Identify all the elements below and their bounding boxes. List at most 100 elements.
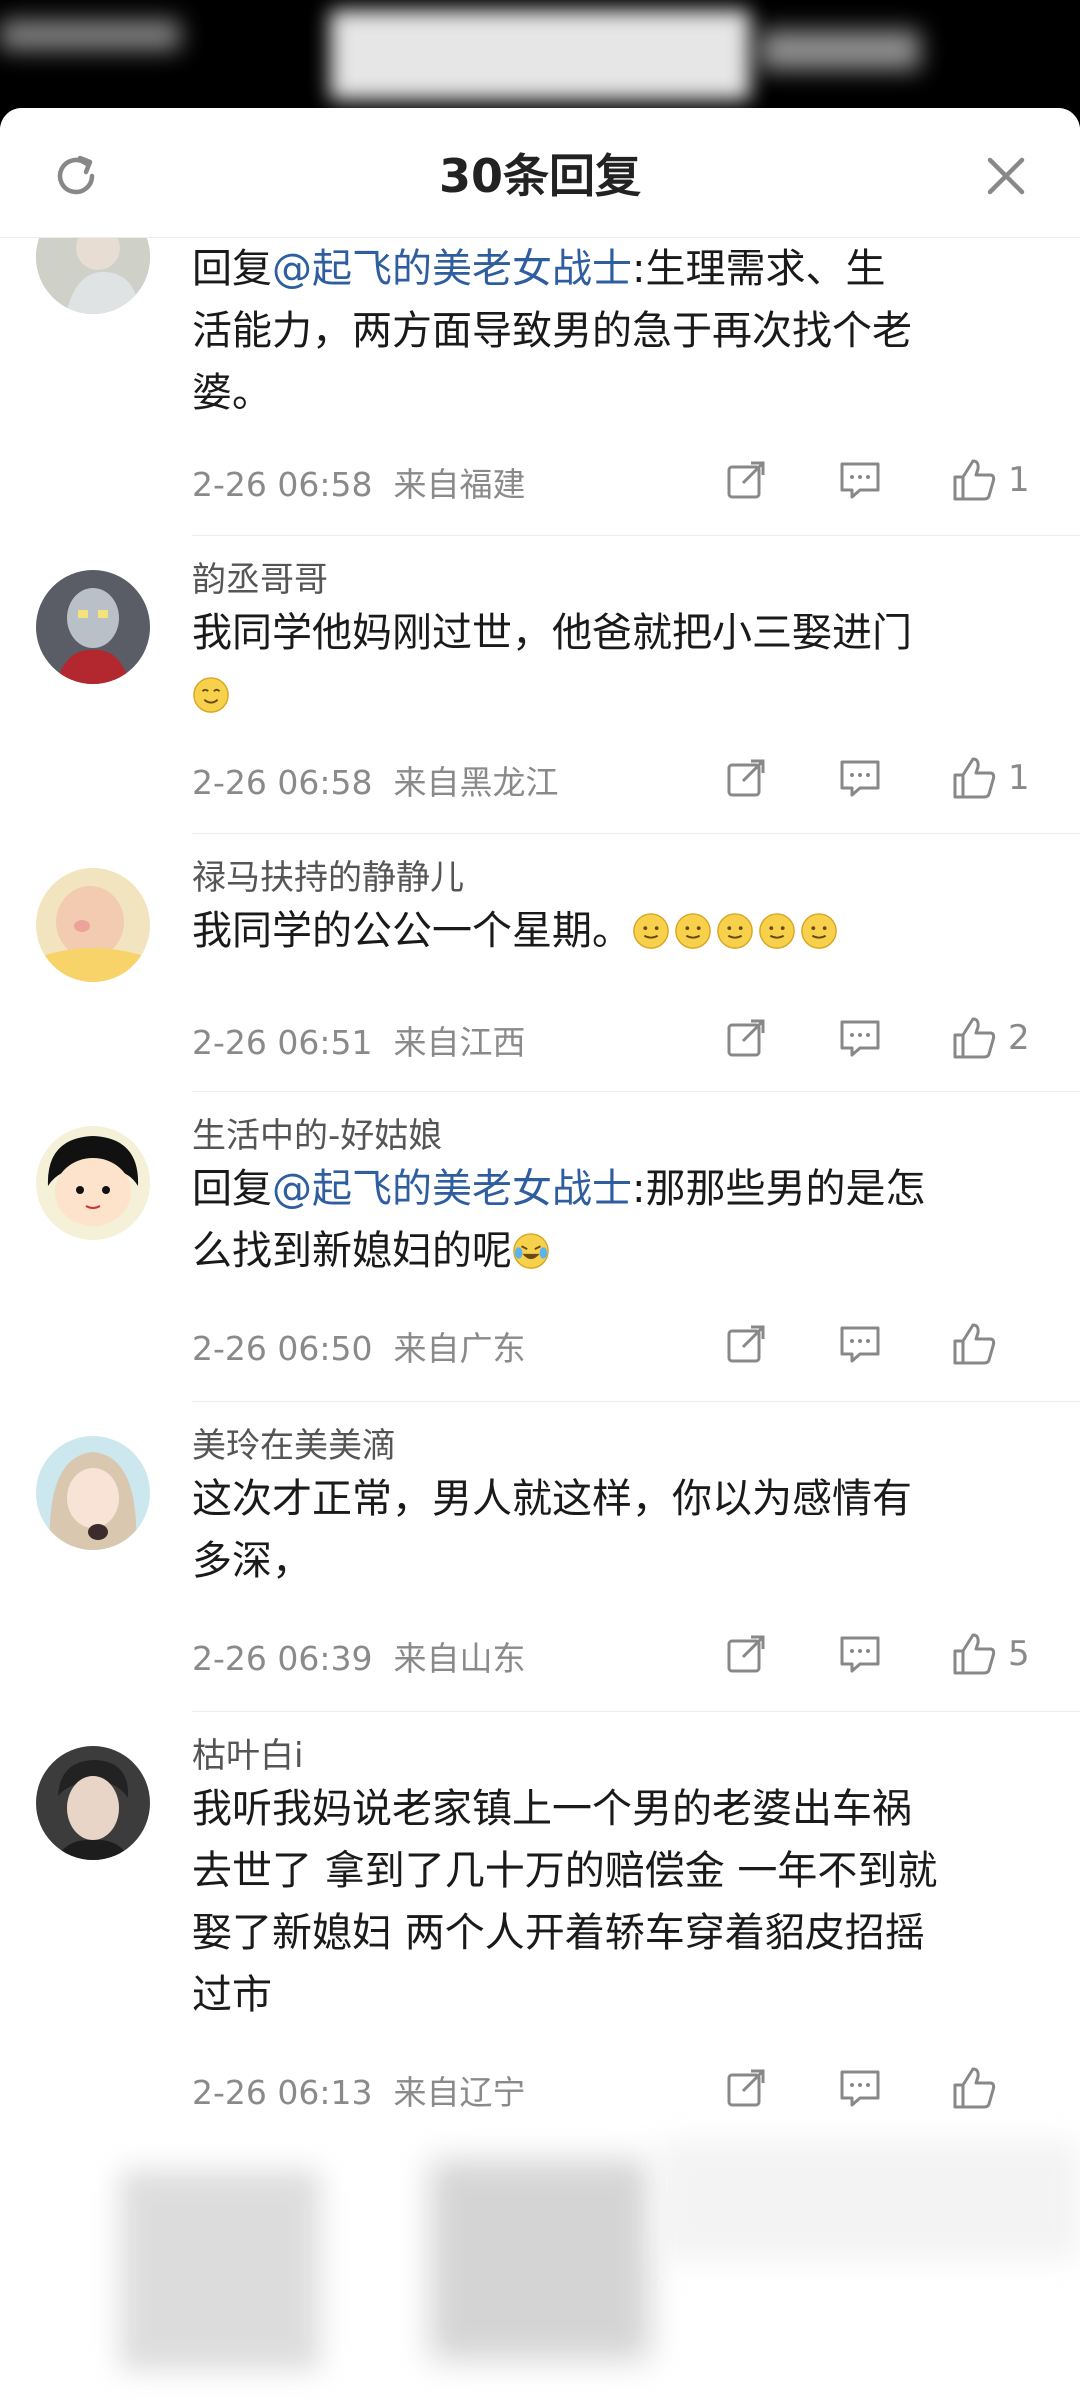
list-item: 美玲在美美滴 这次才正常，男人就这样，你以为感情有 多深， 2-26 06:39…: [0, 1402, 1080, 1712]
avatar-image: [36, 570, 150, 684]
avatar-image: [36, 868, 150, 982]
comment-text: 回复@起飞的美老女战士:生理需求、生 活能力，两方面导致男的急于再次找个老 婆。: [192, 246, 912, 416]
thumbs-up-icon: [953, 1323, 996, 1365]
list-item: 生活中的-好姑娘 回复@起飞的美老女战士:那那些男的是怎 么找到新媳妇的呢 2-…: [0, 1092, 1080, 1402]
comment-actions: [716, 1314, 1042, 1374]
blurred-region: [430, 2160, 650, 2360]
reply-button[interactable]: [830, 450, 890, 510]
emoji-icon: [801, 913, 837, 949]
timestamp: 2-26 06:51: [192, 1023, 373, 1062]
timestamp: 2-26 06:50: [192, 1329, 373, 1368]
avatar-image: [36, 1746, 150, 1860]
like-count: 2: [1008, 1018, 1030, 1058]
blurred-region: [660, 2140, 1080, 2260]
reply-button[interactable]: [830, 748, 890, 808]
emoji-icon: [759, 913, 795, 949]
share-button[interactable]: [716, 748, 776, 808]
username[interactable]: 美玲在美美滴: [192, 1418, 396, 1467]
reply-button[interactable]: [830, 2058, 890, 2118]
timestamp: 2-26 06:58: [192, 763, 373, 802]
comment-icon: [840, 2070, 880, 2107]
comment-meta: 2-26 06:51 来自江西: [192, 1016, 525, 1064]
like-button[interactable]: [944, 1624, 1004, 1684]
comment-icon: [840, 760, 880, 797]
like-button[interactable]: [944, 748, 1004, 808]
avatar[interactable]: [36, 1436, 150, 1550]
comment-actions: 1: [716, 748, 1042, 808]
blurred-region: [0, 20, 180, 50]
like-button[interactable]: [944, 1314, 1004, 1374]
location: 来自山东: [393, 1639, 526, 1678]
comment-actions: 1: [716, 450, 1042, 510]
comment-list: 回复@起飞的美老女战士:生理需求、生 活能力，两方面导致男的急于再次找个老 婆。…: [0, 200, 1080, 2142]
reply-button[interactable]: [830, 1008, 890, 1068]
thumbs-up-icon: [953, 459, 996, 501]
comment-actions: 5: [716, 1624, 1042, 1684]
username[interactable]: 禄马扶持的静静儿: [192, 850, 464, 899]
list-item: 枯叶白i 我听我妈说老家镇上一个男的老婆出车祸 去世了 拿到了几十万的赔偿金 一…: [0, 1712, 1080, 2142]
status-bar-blurred: [0, 0, 1080, 110]
location: 来自江西: [393, 1023, 526, 1062]
share-button[interactable]: [716, 1314, 776, 1374]
list-item: 禄马扶持的静静儿 我同学的公公一个星期。 2-26 06:51 来自江西 2: [0, 834, 1080, 1092]
blurred-region: [120, 2170, 320, 2370]
comment-meta: 2-26 06:39 来自山东: [192, 1632, 525, 1680]
username[interactable]: 生活中的-好姑娘: [192, 1108, 442, 1157]
comment-text: 我听我妈说老家镇上一个男的老婆出车祸 去世了 拿到了几十万的赔偿金 一年不到就 …: [192, 1786, 938, 2018]
share-icon: [727, 2069, 765, 2107]
avatar-image: [36, 1126, 150, 1240]
share-button[interactable]: [716, 450, 776, 510]
page-title: 30条回复: [438, 149, 641, 203]
avatar-image: [36, 1436, 150, 1550]
comment-text: 这次才正常，男人就这样，你以为感情有 多深，: [192, 1476, 912, 1584]
laugh-cry-emoji-icon: [513, 1233, 549, 1269]
like-button[interactable]: [944, 450, 1004, 510]
share-button[interactable]: [716, 2058, 776, 2118]
close-button[interactable]: [976, 146, 1036, 206]
emoji-icon: [633, 913, 669, 949]
share-icon: [727, 461, 765, 499]
reply-button[interactable]: [830, 1314, 890, 1374]
location: 来自辽宁: [393, 2073, 526, 2112]
reply-button[interactable]: [830, 1624, 890, 1684]
comment-meta: 2-26 06:13 来自辽宁: [192, 2066, 525, 2114]
avatar[interactable]: [36, 570, 150, 684]
comment-actions: [716, 2058, 1042, 2118]
share-button[interactable]: [716, 1008, 776, 1068]
timestamp: 2-26 06:39: [192, 1639, 373, 1678]
like-button[interactable]: [944, 1008, 1004, 1068]
like-count: 5: [1008, 1634, 1030, 1674]
bottom-blurred-region: [0, 2130, 1080, 2400]
share-button[interactable]: [716, 1624, 776, 1684]
comment-actions: 2: [716, 1008, 1042, 1068]
thumbs-up-icon: [953, 2067, 996, 2109]
share-icon: [727, 1019, 765, 1057]
avatar[interactable]: [36, 1746, 150, 1860]
username[interactable]: 韵丞哥哥: [192, 552, 328, 601]
reply-sheet: 30条回复 回复@起飞的美老女战士:生理需求、生 活能力，两方面导致男的急于再次…: [0, 108, 1080, 2400]
thumbs-up-icon: [953, 757, 996, 799]
list-item: 韵丞哥哥 我同学他妈刚过世，他爸就把小三娶进门 2-26 06:58 来自黑龙江: [0, 536, 1080, 834]
share-icon: [727, 1325, 765, 1363]
comment-icon: [840, 1020, 880, 1057]
location: 来自黑龙江: [393, 763, 559, 802]
close-icon: [987, 157, 1025, 195]
avatar[interactable]: [36, 1126, 150, 1240]
thumbs-up-icon: [953, 1017, 996, 1059]
username[interactable]: 枯叶白i: [192, 1728, 303, 1777]
blurred-region: [760, 30, 920, 70]
share-icon: [727, 759, 765, 797]
emoji-icon: [717, 913, 753, 949]
timestamp: 2-26 06:58: [192, 465, 373, 504]
emoji-icon: [675, 913, 711, 949]
comment-icon: [840, 1326, 880, 1363]
location: 来自福建: [393, 465, 526, 504]
mention-link[interactable]: @起飞的美老女战士: [272, 246, 632, 292]
comment-text: 我同学的公公一个星期。: [192, 900, 1022, 962]
list-item: 回复@起飞的美老女战士:生理需求、生 活能力，两方面导致男的急于再次找个老 婆。…: [0, 200, 1080, 536]
avatar[interactable]: [36, 868, 150, 982]
comment-meta: 2-26 06:58 来自福建: [192, 458, 525, 506]
like-button[interactable]: [944, 2058, 1004, 2118]
share-icon: [727, 1635, 765, 1673]
mention-link[interactable]: @起飞的美老女战士: [272, 1166, 632, 1212]
